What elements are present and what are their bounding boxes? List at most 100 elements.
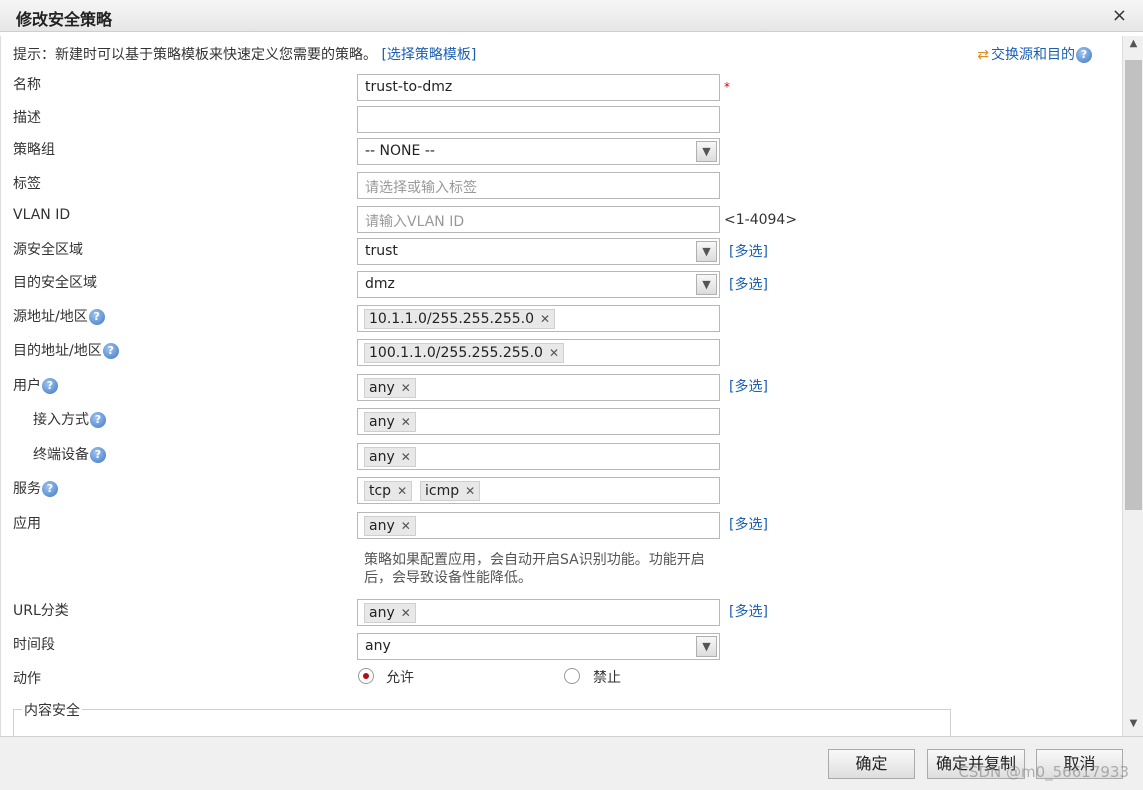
device-label-text: 终端设备 bbox=[33, 447, 89, 463]
name-field[interactable]: trust-to-dmz bbox=[357, 74, 720, 101]
vlan-label: VLAN ID bbox=[13, 207, 71, 223]
help-icon[interactable]: ? bbox=[1076, 47, 1092, 63]
app-label: 应用 bbox=[13, 516, 41, 532]
swap-label: 交换源和目的 bbox=[991, 47, 1075, 63]
dialog-content: 提示：新建时可以基于策略模板来快速定义您需要的策略。 [选择策略模板] ⇄ 交换源… bbox=[0, 36, 1122, 736]
remove-icon[interactable]: ✕ bbox=[397, 484, 407, 498]
src-zone-value: trust bbox=[365, 243, 398, 259]
access-label: 接入方式? bbox=[33, 409, 106, 429]
access-label-text: 接入方式 bbox=[33, 412, 89, 428]
vertical-scrollbar[interactable]: ▲ ▼ bbox=[1122, 36, 1143, 736]
remove-icon[interactable]: ✕ bbox=[465, 484, 475, 498]
user-multi-link[interactable]: [多选] bbox=[729, 376, 768, 396]
url-field[interactable]: any ✕ bbox=[357, 599, 720, 626]
help-icon[interactable]: ? bbox=[88, 309, 105, 325]
dst-zone-label: 目的安全区域 bbox=[13, 275, 97, 291]
help-icon[interactable]: ? bbox=[42, 378, 58, 394]
tag-chip-text: any bbox=[369, 380, 395, 396]
desc-field[interactable] bbox=[357, 106, 720, 133]
time-value: any bbox=[365, 638, 391, 654]
allow-radio[interactable] bbox=[358, 668, 374, 684]
tag-chip-text: any bbox=[369, 414, 395, 430]
time-select[interactable]: any ▼ bbox=[357, 633, 720, 660]
remove-icon[interactable]: ✕ bbox=[549, 346, 559, 360]
required-mark: * bbox=[724, 80, 730, 94]
service-field[interactable]: tcp ✕ icmp ✕ bbox=[357, 477, 720, 504]
src-zone-select[interactable]: trust ▼ bbox=[357, 238, 720, 265]
tag-chip-text: 100.1.1.0/255.255.255.0 bbox=[369, 345, 543, 361]
vlan-field[interactable]: 请输入VLAN ID bbox=[357, 206, 720, 233]
help-icon[interactable]: ? bbox=[42, 481, 58, 497]
content-security-group: 内容安全 bbox=[13, 700, 951, 736]
remove-icon[interactable]: ✕ bbox=[401, 381, 411, 395]
help-icon[interactable]: ? bbox=[90, 447, 106, 463]
src-zone-label: 源安全区域 bbox=[13, 242, 83, 258]
chevron-down-icon[interactable]: ▼ bbox=[696, 636, 717, 657]
help-icon[interactable]: ? bbox=[102, 343, 119, 359]
watermark: CSDN @m0_56617933 bbox=[958, 763, 1129, 781]
name-value: trust-to-dmz bbox=[365, 79, 453, 95]
tag-chip: tcp ✕ bbox=[364, 481, 413, 501]
ok-button[interactable]: 确定 bbox=[828, 749, 915, 779]
remove-icon[interactable]: ✕ bbox=[401, 415, 411, 429]
help-icon[interactable]: ? bbox=[90, 412, 106, 428]
scroll-up-icon[interactable]: ▲ bbox=[1123, 38, 1143, 54]
app-field[interactable]: any ✕ bbox=[357, 512, 720, 539]
dst-zone-select[interactable]: dmz ▼ bbox=[357, 271, 720, 298]
tag-chip-text: any bbox=[369, 518, 395, 534]
swap-src-dst-link[interactable]: ⇄ 交换源和目的? bbox=[977, 44, 1092, 64]
tag-chip: 100.1.1.0/255.255.255.0 ✕ bbox=[364, 343, 564, 363]
tag-field[interactable]: 请选择或输入标签 bbox=[357, 172, 720, 199]
app-multi-link[interactable]: [多选] bbox=[729, 514, 768, 534]
select-template-link[interactable]: [选择策略模板] bbox=[381, 47, 476, 63]
service-label: 服务? bbox=[13, 478, 58, 498]
tag-chip: any ✕ bbox=[364, 603, 416, 623]
chevron-down-icon[interactable]: ▼ bbox=[696, 241, 717, 262]
remove-icon[interactable]: ✕ bbox=[401, 606, 411, 620]
chevron-down-icon[interactable]: ▼ bbox=[696, 274, 717, 295]
chevron-down-icon[interactable]: ▼ bbox=[696, 141, 717, 162]
deny-label: 禁止 bbox=[593, 670, 621, 686]
tag-label: 标签 bbox=[13, 176, 41, 192]
scroll-down-icon[interactable]: ▼ bbox=[1123, 718, 1143, 734]
tag-chip: any ✕ bbox=[364, 447, 416, 467]
app-note-line1: 策略如果配置应用，会自动开启SA识别功能。功能开启 bbox=[364, 552, 705, 568]
app-note-line2: 后，会导致设备性能降低。 bbox=[364, 570, 532, 586]
tag-chip: any ✕ bbox=[364, 516, 416, 536]
dialog-titlebar: 修改安全策略 × bbox=[0, 0, 1143, 32]
src-addr-label-text: 源地址/地区 bbox=[13, 309, 88, 325]
user-label-text: 用户 bbox=[13, 378, 41, 394]
tag-chip: 10.1.1.0/255.255.255.0 ✕ bbox=[364, 309, 556, 329]
url-multi-link[interactable]: [多选] bbox=[729, 601, 768, 621]
remove-icon[interactable]: ✕ bbox=[401, 519, 411, 533]
service-label-text: 服务 bbox=[13, 481, 41, 497]
tag-chip: icmp ✕ bbox=[420, 481, 481, 501]
user-field[interactable]: any ✕ bbox=[357, 374, 720, 401]
dialog-footer: 确定 确定并复制 取消 CSDN @m0_56617933 bbox=[0, 736, 1143, 790]
group-value: -- NONE -- bbox=[365, 143, 435, 159]
scrollbar-thumb[interactable] bbox=[1125, 60, 1142, 510]
src-addr-field[interactable]: 10.1.1.0/255.255.255.0 ✕ bbox=[357, 305, 720, 332]
close-icon[interactable]: × bbox=[1112, 5, 1127, 26]
user-label: 用户? bbox=[13, 375, 58, 395]
dst-addr-field[interactable]: 100.1.1.0/255.255.255.0 ✕ bbox=[357, 339, 720, 366]
dst-addr-label: 目的地址/地区? bbox=[13, 340, 119, 360]
remove-icon[interactable]: ✕ bbox=[401, 450, 411, 464]
device-field[interactable]: any ✕ bbox=[357, 443, 720, 470]
action-label: 动作 bbox=[13, 671, 41, 687]
tag-chip-text: tcp bbox=[369, 483, 392, 499]
dst-addr-label-text: 目的地址/地区 bbox=[13, 343, 102, 359]
access-field[interactable]: any ✕ bbox=[357, 408, 720, 435]
app-note: 策略如果配置应用，会自动开启SA识别功能。功能开启 后，会导致设备性能降低。 bbox=[364, 551, 734, 587]
dst-zone-multi-link[interactable]: [多选] bbox=[729, 274, 768, 294]
remove-icon[interactable]: ✕ bbox=[540, 312, 550, 326]
dialog-title: 修改安全策略 bbox=[16, 10, 113, 29]
src-zone-multi-link[interactable]: [多选] bbox=[729, 241, 768, 261]
tag-chip-text: any bbox=[369, 449, 395, 465]
tag-chip-text: icmp bbox=[425, 483, 460, 499]
deny-radio[interactable] bbox=[564, 668, 580, 684]
allow-label: 允许 bbox=[386, 670, 414, 686]
group-select[interactable]: -- NONE -- ▼ bbox=[357, 138, 720, 165]
vlan-placeholder: 请输入VLAN ID bbox=[365, 214, 465, 230]
content-security-legend: 内容安全 bbox=[22, 700, 82, 720]
